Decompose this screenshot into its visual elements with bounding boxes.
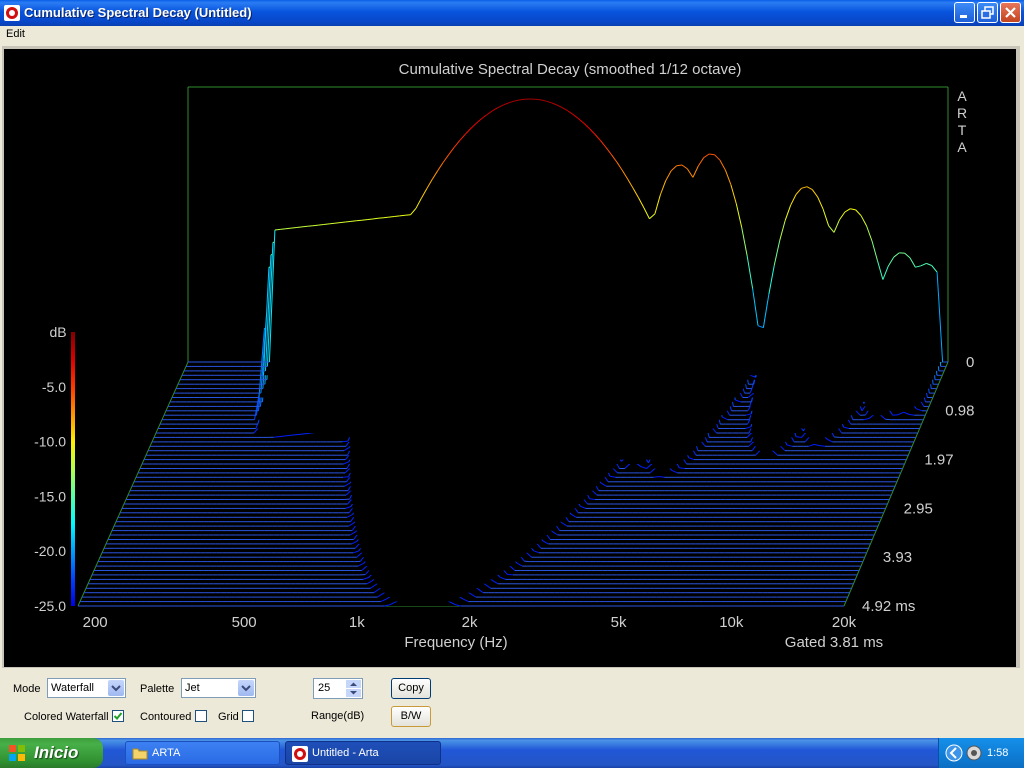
title-bar: Cumulative Spectral Decay (Untitled) bbox=[0, 0, 1024, 26]
close-icon bbox=[1005, 7, 1016, 18]
menu-bar: Edit bbox=[0, 26, 1024, 44]
db-colorbar bbox=[71, 332, 75, 606]
decay-slice-segment bbox=[343, 476, 349, 478]
spectral-decay-chart: Cumulative Spectral Decay (smoothed 1/12… bbox=[34, 61, 974, 651]
decay-slice-segment bbox=[679, 467, 685, 469]
restore-button[interactable] bbox=[977, 2, 998, 23]
decay-slice-segment bbox=[507, 573, 513, 576]
plot-box-line bbox=[77, 361, 189, 607]
window-title: Cumulative Spectral Decay (Untitled) bbox=[24, 5, 252, 20]
decay-slice-segment bbox=[653, 476, 660, 478]
minimize-button[interactable] bbox=[954, 2, 975, 23]
decay-slice-segment bbox=[524, 560, 530, 563]
menu-edit[interactable]: Edit bbox=[6, 28, 25, 40]
close-button[interactable] bbox=[1000, 2, 1021, 23]
decay-slice-segment bbox=[659, 476, 665, 478]
minimize-icon bbox=[960, 15, 967, 18]
plot-area: Cumulative Spectral Decay (smoothed 1/12… bbox=[4, 49, 1016, 667]
arta-app-icon bbox=[4, 5, 20, 21]
restore-icon bbox=[981, 6, 994, 19]
